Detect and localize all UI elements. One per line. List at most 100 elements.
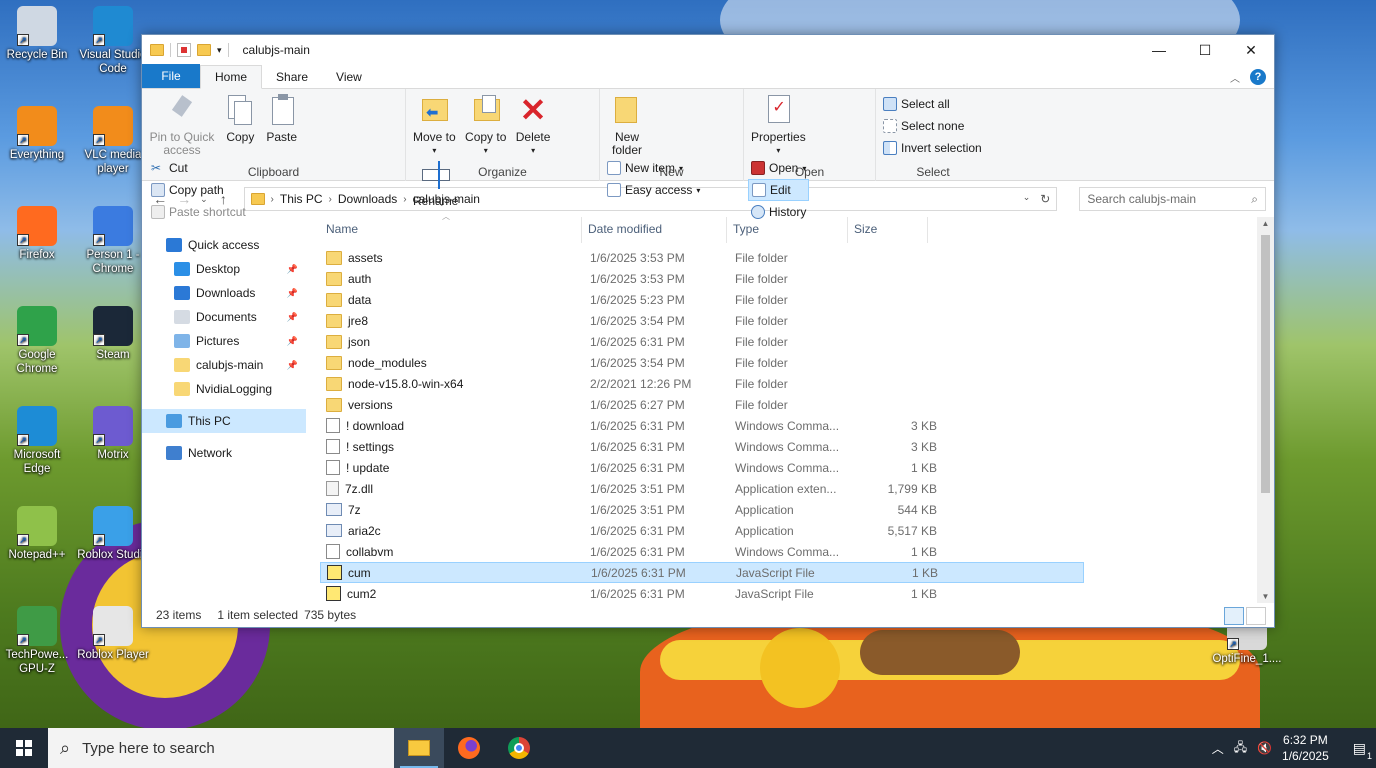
customize-quick-access-icon[interactable]: ▾ bbox=[217, 45, 222, 56]
select-all-button[interactable]: Select all bbox=[880, 93, 986, 115]
nav-item-downloads[interactable]: Downloads 📌 bbox=[142, 281, 306, 305]
file-row[interactable]: cum2 1/6/2025 6:31 PM JavaScript File 1 KB bbox=[320, 583, 1084, 604]
move-to-button[interactable]: ⬅ Move to ▾ bbox=[413, 93, 456, 157]
nav-item-desktop[interactable]: Desktop 📌 bbox=[142, 257, 306, 281]
file-row[interactable]: data 1/6/2025 5:23 PM File folder bbox=[320, 289, 1084, 310]
tab-share[interactable]: Share bbox=[262, 66, 322, 88]
nav-item-quick-access[interactable]: Quick access bbox=[142, 233, 306, 257]
maximize-button[interactable]: ☐ bbox=[1182, 35, 1228, 65]
chrome-taskbar-icon[interactable] bbox=[494, 728, 544, 768]
close-button[interactable]: ✕ bbox=[1228, 35, 1274, 65]
large-icons-view-icon[interactable] bbox=[1246, 607, 1266, 625]
tab-file[interactable]: File bbox=[142, 64, 200, 88]
column-type[interactable]: Type bbox=[727, 217, 848, 243]
tab-home[interactable]: Home bbox=[200, 65, 263, 89]
delete-button[interactable]: ✕ Delete ▾ bbox=[516, 93, 551, 157]
file-row[interactable]: cum 1/6/2025 6:31 PM JavaScript File 1 KB bbox=[320, 562, 1084, 583]
column-name[interactable]: Name bbox=[320, 217, 582, 243]
file-date-modified: 1/6/2025 6:31 PM bbox=[590, 460, 685, 475]
invert-selection-button[interactable]: Invert selection bbox=[880, 137, 986, 159]
help-icon[interactable]: ? bbox=[1250, 69, 1266, 85]
scroll-down-icon[interactable]: ▼ bbox=[1257, 592, 1274, 601]
left-desktop-icon-2[interactable]: ↗ Firefox bbox=[0, 206, 74, 262]
show-hidden-icons-chevron-icon[interactable]: ︿ bbox=[1212, 740, 1224, 757]
title-bar[interactable]: ▾ calubjs-main — ☐ ✕ bbox=[142, 35, 1274, 65]
file-row[interactable]: json 1/6/2025 6:31 PM File folder bbox=[320, 331, 1084, 352]
file-row[interactable]: ! update 1/6/2025 6:31 PM Windows Comma...… bbox=[320, 457, 1084, 478]
easy-access-button[interactable]: Easy access ▾ bbox=[604, 179, 703, 201]
address-history-chevron-icon[interactable]: ⌄ bbox=[1023, 192, 1031, 206]
file-row[interactable]: jre8 1/6/2025 3:54 PM File folder bbox=[320, 310, 1084, 331]
network-icon[interactable]: 🖧 bbox=[1234, 738, 1247, 759]
edit-button[interactable]: Edit bbox=[748, 179, 810, 201]
file-explorer-window[interactable]: ▾ calubjs-main — ☐ ✕ File Home Share Vie… bbox=[141, 34, 1275, 628]
left-desktop-icon-1[interactable]: ↗ Everything bbox=[0, 106, 74, 162]
nav-item-documents[interactable]: Documents 📌 bbox=[142, 305, 306, 329]
file-row[interactable]: node-v15.8.0-win-x64 2/2/2021 12:26 PM Fil… bbox=[320, 373, 1084, 394]
copy-to-button[interactable]: Copy to ▾ bbox=[465, 93, 506, 157]
shortcut-arrow-icon: ↗ bbox=[93, 534, 105, 546]
breadcrumb-this-pc[interactable]: This PC bbox=[280, 192, 323, 206]
new-folder-button[interactable]: New folder bbox=[607, 93, 647, 157]
second-desktop-icon-2[interactable]: ↗ Person 1 - Chrome bbox=[76, 206, 150, 276]
second-desktop-icon-3[interactable]: ↗ Steam bbox=[76, 306, 150, 362]
new-folder-quick-icon[interactable] bbox=[197, 44, 211, 56]
column-size[interactable]: Size bbox=[848, 217, 928, 243]
nav-item-calubjs-main[interactable]: calubjs-main 📌 bbox=[142, 353, 306, 377]
minimize-ribbon-icon[interactable]: ︿ bbox=[1230, 70, 1240, 85]
scroll-up-icon[interactable]: ▲ bbox=[1257, 219, 1274, 228]
nav-item-network[interactable]: Network bbox=[142, 441, 306, 465]
copy-button[interactable]: Copy bbox=[224, 93, 256, 144]
start-button[interactable] bbox=[0, 728, 48, 768]
shortcut-arrow-icon: ↗ bbox=[17, 434, 29, 446]
file-row[interactable]: aria2c 1/6/2025 6:31 PM Application 5,517 K… bbox=[320, 520, 1084, 541]
search-box[interactable]: Search calubjs-main ⌕ bbox=[1079, 187, 1266, 211]
file-row[interactable]: auth 1/6/2025 3:53 PM File folder bbox=[320, 268, 1084, 289]
scrollbar-thumb[interactable] bbox=[1261, 235, 1270, 493]
properties-button[interactable]: ✓ Properties ▾ bbox=[751, 93, 806, 157]
taskbar-search[interactable]: ⌕ Type here to search bbox=[48, 728, 394, 768]
creature bbox=[860, 630, 1020, 675]
second-desktop-icon-4[interactable]: ↗ Motrix bbox=[76, 406, 150, 462]
vertical-scrollbar[interactable]: ▲ ▼ bbox=[1257, 217, 1274, 603]
file-name: node_modules bbox=[348, 355, 427, 370]
firefox-taskbar-icon[interactable] bbox=[444, 728, 494, 768]
clock[interactable]: 6:32 PM 1/6/2025 bbox=[1282, 732, 1329, 764]
tab-view[interactable]: View bbox=[322, 66, 376, 88]
second-desktop-icon-5[interactable]: ↗ Roblox Studio bbox=[76, 506, 150, 562]
second-desktop-icon-1[interactable]: ↗ VLC media player bbox=[76, 106, 150, 176]
file-row[interactable]: 7z 1/6/2025 3:51 PM Application 544 KB bbox=[320, 499, 1084, 520]
file-row[interactable]: collabvm 1/6/2025 6:31 PM Windows Comma...… bbox=[320, 541, 1084, 562]
nav-item-label: calubjs-main bbox=[196, 358, 264, 372]
refresh-icon[interactable]: ↻ bbox=[1040, 192, 1050, 206]
file-row[interactable]: ! download 1/6/2025 6:31 PM Windows Comma.… bbox=[320, 415, 1084, 436]
copy-path-button[interactable]: Copy path bbox=[148, 179, 249, 201]
minimize-button[interactable]: — bbox=[1136, 35, 1182, 65]
file-row[interactable]: node_modules 1/6/2025 3:54 PM File folder bbox=[320, 352, 1084, 373]
volume-muted-icon[interactable]: 🔇 bbox=[1257, 741, 1272, 755]
file-size: 5,517 KB bbox=[887, 523, 937, 538]
left-desktop-icon-0[interactable]: ↗ Recycle Bin bbox=[0, 6, 74, 62]
left-desktop-icon-4[interactable]: ↗ Microsoft Edge bbox=[0, 406, 74, 476]
left-desktop-icon-5[interactable]: ↗ Notepad++ bbox=[0, 506, 74, 562]
select-none-button[interactable]: Select none bbox=[880, 115, 986, 137]
second-desktop-icon-0[interactable]: ↗ Visual Studio Code bbox=[76, 6, 150, 76]
file-row[interactable]: assets 1/6/2025 3:53 PM File folder bbox=[320, 247, 1084, 268]
second-desktop-icon-6[interactable]: ↗ Roblox Player bbox=[76, 606, 150, 662]
nav-item-nvidialogging[interactable]: NvidiaLogging bbox=[142, 377, 306, 401]
properties-quick-icon[interactable] bbox=[177, 43, 191, 57]
paste-button[interactable]: Paste bbox=[266, 93, 298, 144]
column-date-modified[interactable]: Date modified bbox=[582, 217, 727, 243]
file-row[interactable]: versions 1/6/2025 6:27 PM File folder bbox=[320, 394, 1084, 415]
breadcrumb-downloads[interactable]: Downloads bbox=[338, 192, 397, 206]
file-explorer-taskbar-icon[interactable] bbox=[394, 728, 444, 768]
file-row[interactable]: 7z.dll 1/6/2025 3:51 PM Application exten.… bbox=[320, 478, 1084, 499]
nav-item-pictures[interactable]: Pictures 📌 bbox=[142, 329, 306, 353]
file-row[interactable]: ! settings 1/6/2025 6:31 PM Windows Comma.… bbox=[320, 436, 1084, 457]
pin-to-quick-access-button[interactable]: Pin to Quick access bbox=[149, 93, 215, 157]
details-view-icon[interactable] bbox=[1224, 607, 1244, 625]
left-desktop-icon-3[interactable]: ↗ Google Chrome bbox=[0, 306, 74, 376]
nav-item-this-pc[interactable]: This PC bbox=[142, 409, 306, 433]
left-desktop-icon-6[interactable]: ↗ TechPowe... GPU-Z bbox=[0, 606, 74, 676]
notifications-icon[interactable]: ▤ 1 bbox=[1353, 740, 1372, 761]
